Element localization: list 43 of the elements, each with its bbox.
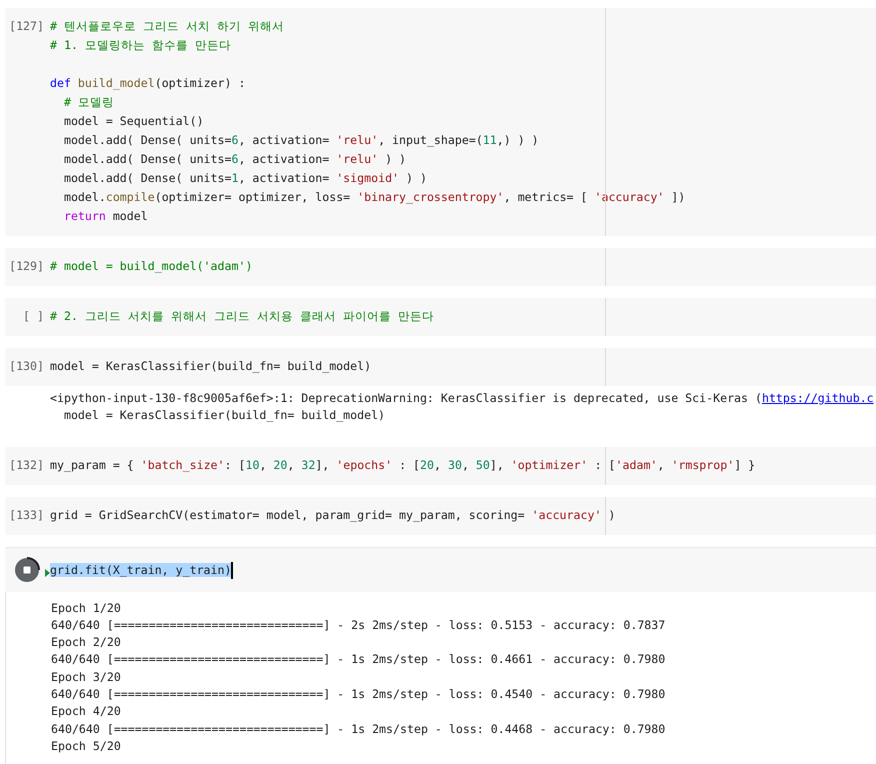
code-line: # model = build_model('adam'): [50, 258, 252, 275]
code-line: my_param = { 'batch_size': [10, 20, 32], 'epochs' : [20, 30, 50], 'optimizer' : ['adam', 'rmsprop'] }: [50, 456, 756, 474]
output-line: 640/640 [==============================] - 1s 2ms/step - loss: 0.4540 - accuracy: 0.7980: [51, 686, 666, 704]
code-cell[interactable]: [130] model = KerasClassifier(build_fn= build_model): [5, 348, 876, 386]
execution-count: [ ]: [23, 308, 44, 325]
execution-count: [133]: [9, 506, 44, 524]
code-cell[interactable]: [5, 8, 876, 236]
link[interactable]: https://github.c: [762, 391, 874, 405]
code-line: model = Sequential(): [62, 113, 204, 130]
output-line: Epoch 5/20: [51, 738, 121, 755]
output-line: model = KerasClassifier(build_fn= build_model): [62, 407, 386, 424]
code-line: def build_model(optimizer) :: [50, 75, 246, 92]
output-line: 640/640 [==============================] - 1s 2ms/step - loss: 0.4661 - accuracy: 0.7980: [51, 651, 666, 668]
code-line: # 텐서플로우로 그리드 서치 하기 위해서: [50, 18, 284, 35]
output-line: 640/640 [==============================] - 2s 2ms/step - loss: 0.5153 - accuracy: 0.7837: [51, 616, 666, 634]
code-line: model.add( Dense( units=6, activation= 'relu' ) ): [62, 151, 406, 168]
execution-count: [132]: [9, 456, 44, 474]
execution-count: [130]: [9, 358, 44, 375]
execution-count: [129]: [9, 258, 44, 275]
code-line: model.compile(optimizer= optimizer, loss= 'binary_crossentropy', metrics= [ 'accuracy' ]): [62, 189, 686, 206]
output-line: Epoch 2/20: [51, 634, 121, 652]
triangle-icon: [45, 568, 50, 578]
code-line: # 모델링: [62, 94, 114, 111]
execution-count: [127]: [9, 18, 44, 35]
code-line: model = KerasClassifier(build_fn= build_model): [50, 358, 372, 375]
text-cursor: [231, 562, 234, 579]
output-line: Epoch 3/20: [51, 668, 121, 686]
code-cell[interactable]: [132] my_param = { 'batch_size': [10, 20, 32], 'epochs' : [20, 30, 50], 'optimizer' : ['adam', 'rmsprop'] }: [5, 446, 876, 485]
output-line: <ipython-input-130-f8c9005af6ef>:1: DeprecationWarning: KerasClassifier is deprecated, use Sci-Keras (https://github.c: [50, 390, 874, 407]
code-line: return model: [62, 208, 148, 225]
code-cell[interactable]: grid.fit(X_train, y_train): [5, 546, 876, 592]
code-cell[interactable]: [ ] # 2. 그리드 서치를 위해서 그리드 서치용 클래서 파이어를 만든다: [5, 298, 876, 336]
code-line: # 1. 모델링하는 함수를 만든다: [50, 37, 231, 54]
output-line: Epoch 1/20: [51, 600, 121, 617]
code-cell[interactable]: [129] # model = build_model('adam'): [5, 248, 876, 286]
output-line: Epoch 4/20: [51, 703, 121, 720]
code-cell[interactable]: [133] grid = GridSearchCV(estimator= model, param_grid= my_param, scoring= 'accuracy' ): [5, 496, 876, 535]
output-line: 640/640 [==============================] - 1s 2ms/step - loss: 0.4468 - accuracy: 0.7980: [51, 720, 666, 738]
code-line: model.add( Dense( units=1, activation= 'sigmoid' ) ): [62, 170, 427, 187]
stop-button[interactable]: [14, 556, 40, 583]
code-line: model.add( Dense( units=6, activation= 'relu', input_shape=(11,) ) ): [62, 132, 539, 149]
code-line: # 2. 그리드 서치를 위해서 그리드 서치용 클래서 파이어를 만든다: [50, 308, 434, 325]
code-line: grid = GridSearchCV(estimator= model, param_grid= my_param, scoring= 'accuracy' ): [50, 506, 616, 524]
